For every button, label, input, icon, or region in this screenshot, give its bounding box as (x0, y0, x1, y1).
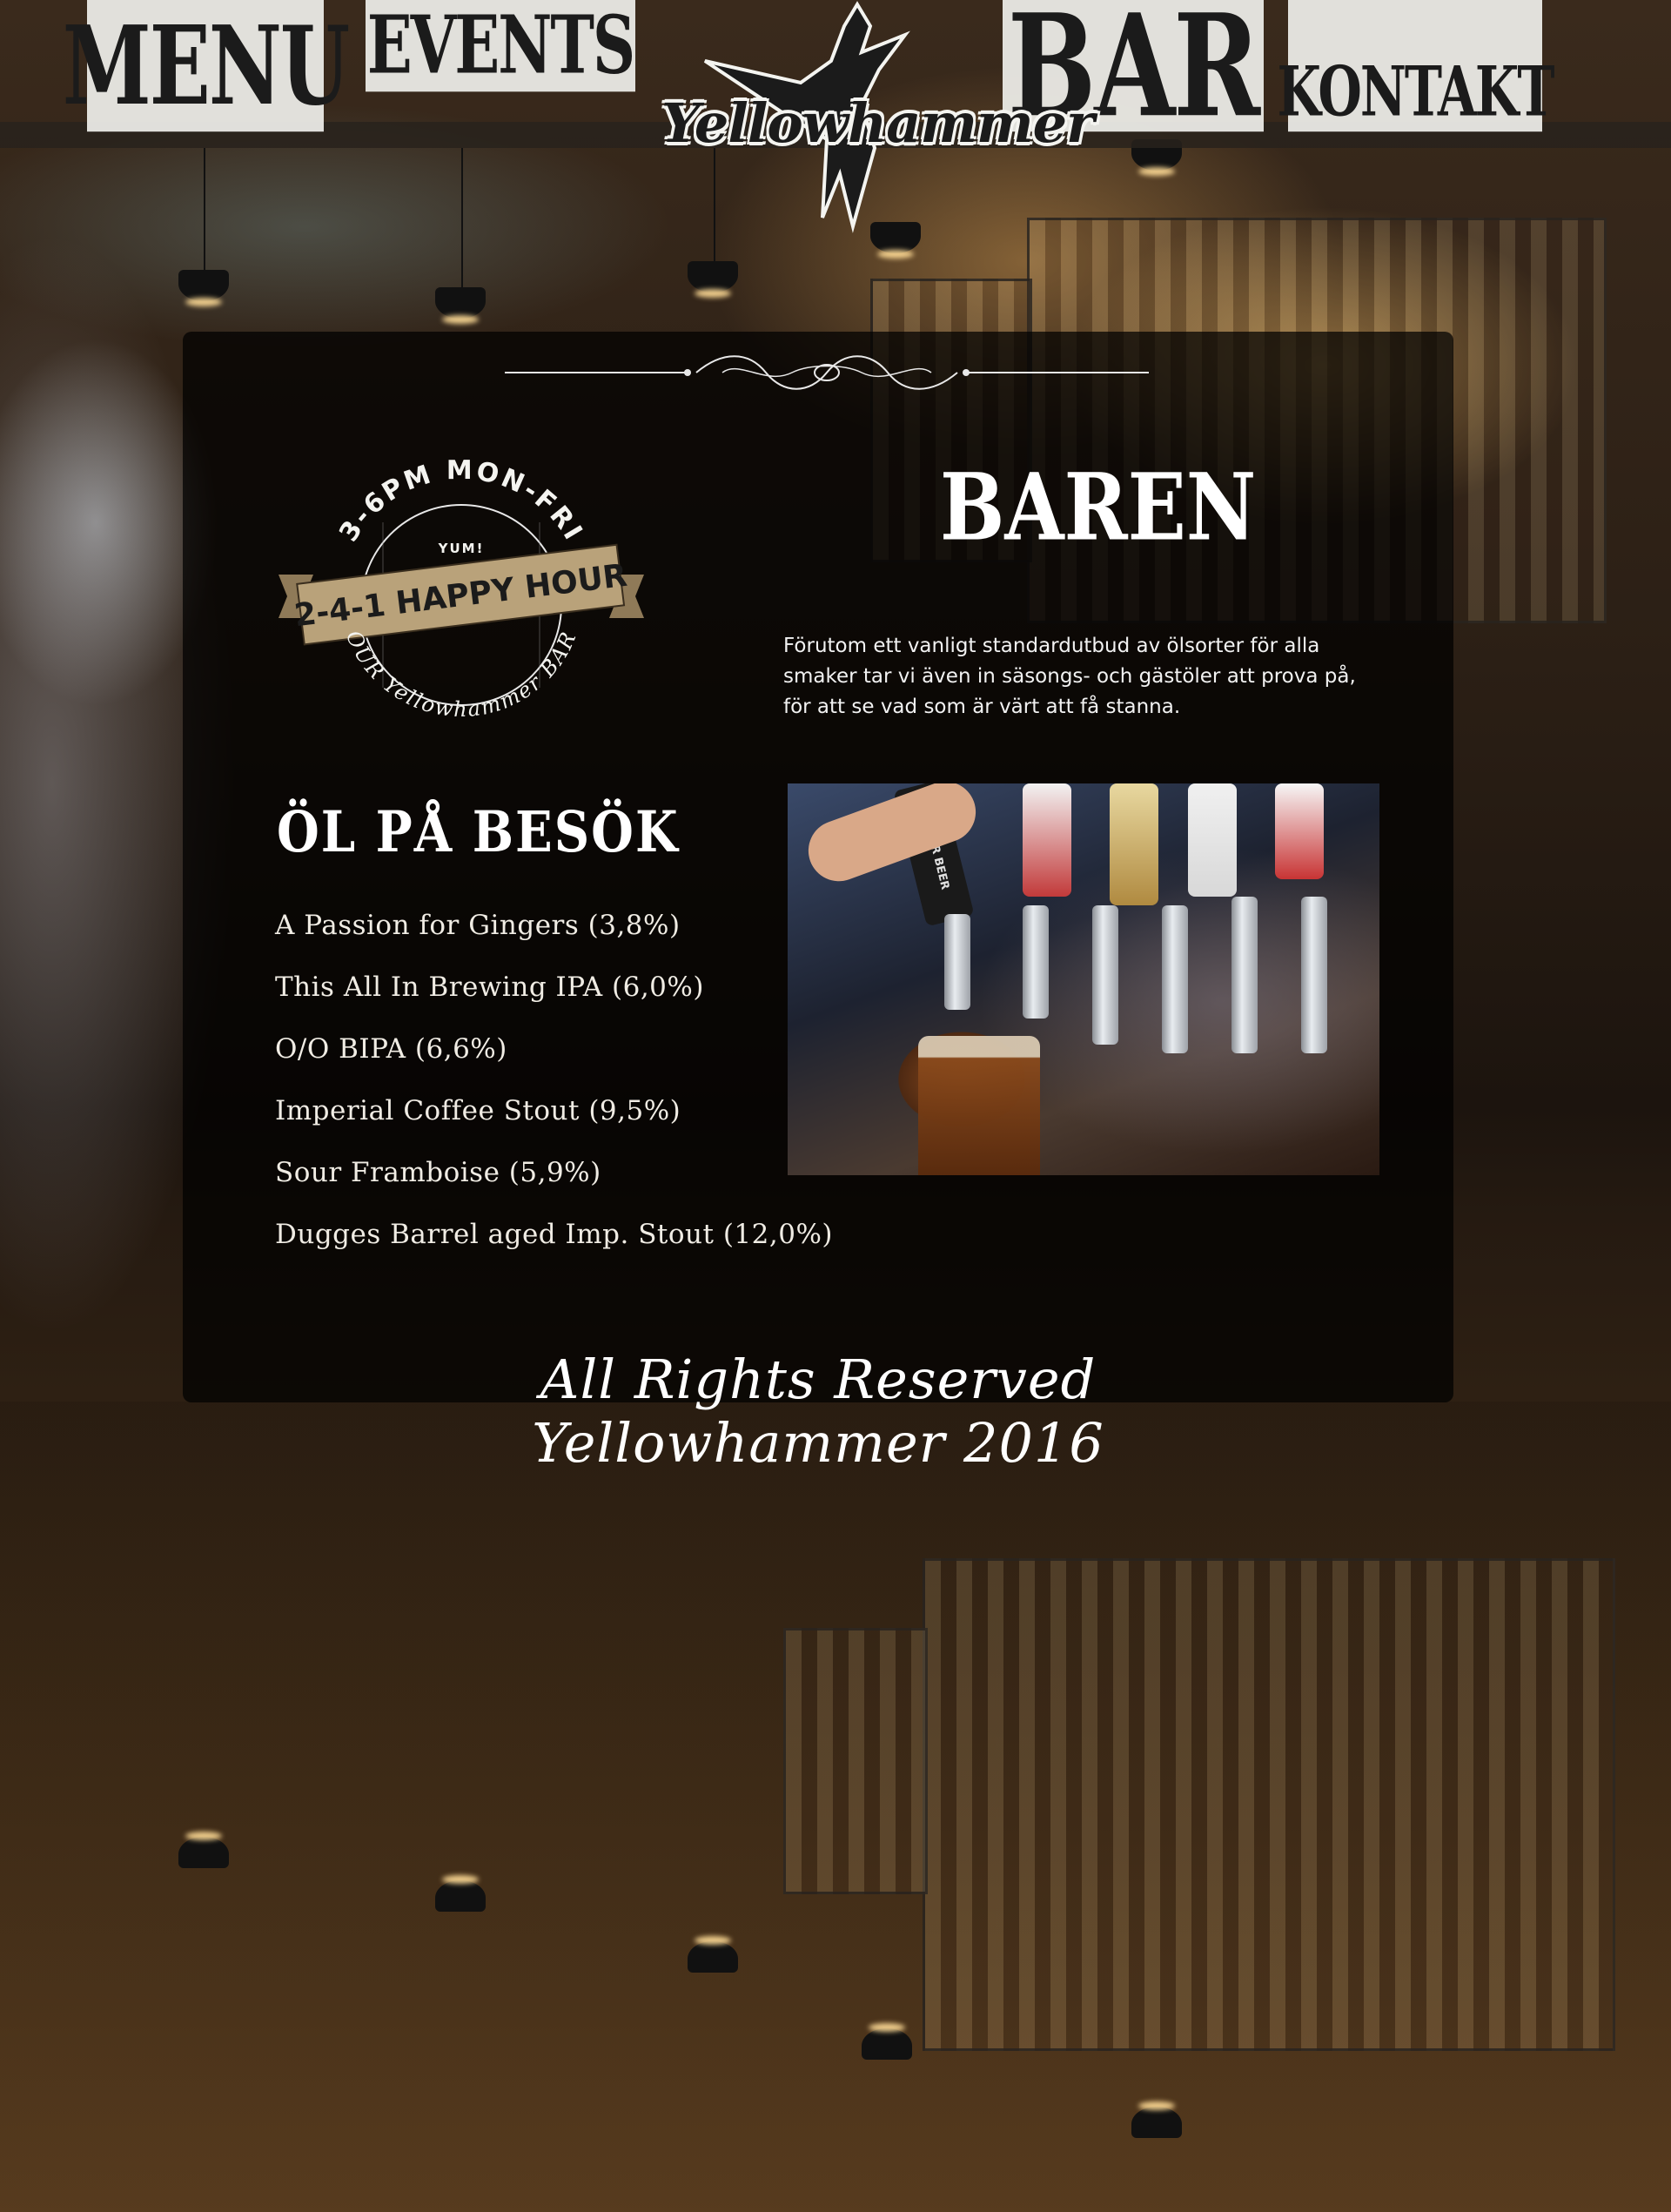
pendant-lamp (688, 261, 738, 292)
beer-list-item: Imperial Coffee Stout (9,5%) (275, 1095, 681, 1126)
beer-glass (918, 1036, 1040, 1175)
happy-hour-bottom-text: OUR Yellowhammer BAR (341, 627, 581, 722)
logo-text: Yellowhammer (661, 91, 1095, 155)
tap-faucet (1092, 905, 1118, 1045)
tap-handle (1188, 783, 1237, 897)
tap-handle (1275, 783, 1324, 879)
happy-hour-small-text: YUM! (438, 541, 485, 556)
lamp-cord (461, 148, 463, 287)
tap-faucet (1231, 897, 1258, 1053)
beer-list-item: Sour Framboise (5,9%) (275, 1157, 601, 1188)
nav-item-events[interactable]: EVENTS (366, 0, 635, 93)
pendant-lamp (178, 1837, 229, 1868)
ornamental-divider (505, 355, 1149, 390)
nav-item-menu[interactable]: MENU (63, 0, 350, 132)
tap-faucet (944, 914, 970, 1010)
happy-hour-top-text: 3-6PM MON-FRI (333, 455, 589, 548)
pendant-lamp (178, 270, 229, 301)
beer-list-item: O/O BIPA (6,6%) (275, 1033, 507, 1065)
nav-item-menu-label: MENU (62, 2, 350, 130)
beer-list-item: A Passion for Gingers (3,8%) (275, 910, 681, 941)
happy-hour-badge: 3-6PM MON-FRI YUM! 2-4-1 HAPPY HOUR OUR … (278, 455, 644, 722)
pendant-lamp (435, 1880, 486, 1912)
tap-faucet (1023, 905, 1049, 1019)
nav-item-kontakt[interactable]: KONTAKT (1278, 0, 1554, 132)
beer-tap-photo: BOULDER BEER (788, 783, 1379, 1175)
lamp-cord (204, 148, 205, 270)
tap-handle (1110, 783, 1158, 905)
bar-section-intro: Förutom ett vanligt standardutbud av öls… (783, 635, 1356, 718)
pendant-lamp (862, 2028, 912, 2060)
beer-list: A Passion for Gingers (3,8%) This All In… (275, 910, 833, 1281)
pendant-lamp (688, 1941, 738, 1973)
footer-copyright: All Rights Reserved Yellowhammer 2016 (532, 1348, 1104, 1475)
bar-shelves-reflection (923, 1558, 1615, 2051)
bar-shelves-reflection-left (783, 1628, 928, 1894)
tap-handle (1023, 783, 1071, 897)
pendant-lamp (1131, 2107, 1182, 2138)
bar-section-title: BAREN (940, 453, 1257, 561)
beer-section-title: ÖL PÅ BESÖK (277, 799, 680, 865)
pendant-lamp (435, 287, 486, 319)
tap-faucet (1301, 897, 1327, 1053)
tap-faucet (1162, 905, 1188, 1053)
nav-item-kontakt-label: KONTAKT (1277, 51, 1555, 132)
logo[interactable]: Yellowhammer (644, 0, 1095, 244)
beer-list-item: This All In Brewing IPA (6,0%) (275, 972, 704, 1003)
nav-item-events-label: EVENTS (366, 0, 635, 93)
beer-list-item: Dugges Barrel aged Imp. Stout (12,0%) (275, 1219, 833, 1250)
